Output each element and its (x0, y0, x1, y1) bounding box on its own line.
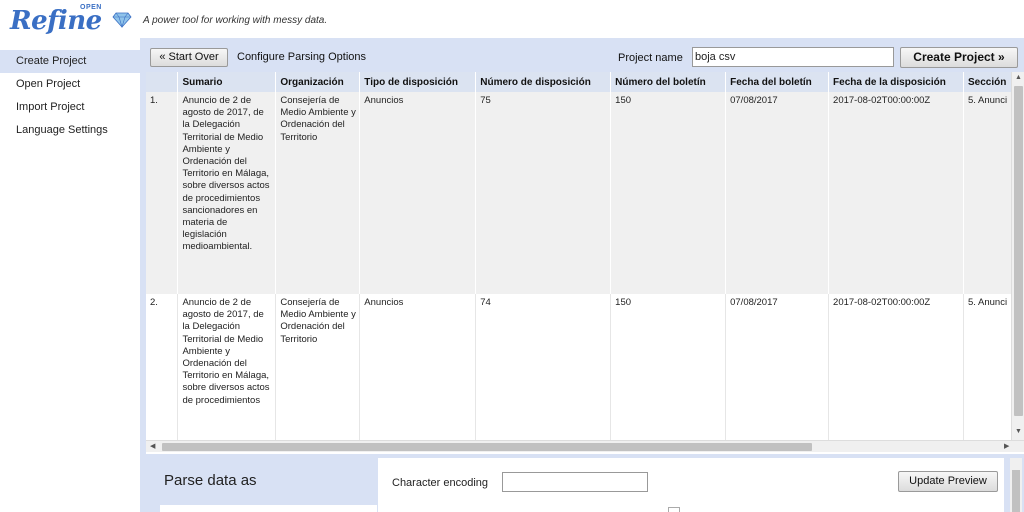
create-project-button[interactable]: Create Project » (900, 47, 1018, 68)
left-nav: Create Project Open Project Import Proje… (0, 50, 140, 142)
format-list[interactable] (160, 505, 377, 512)
table-row: 2. Anuncio de 2 de agosto de 2017, de la… (146, 294, 1024, 440)
tagline: A power tool for working with messy data… (143, 15, 328, 26)
scroll-down-icon[interactable]: ▼ (1015, 428, 1022, 436)
start-over-button[interactable]: « Start Over (150, 48, 228, 67)
nav-item-import-project[interactable]: Import Project (0, 96, 140, 119)
column-header-numero-boletin: Número del boletín (610, 72, 727, 92)
character-encoding-input[interactable] (502, 472, 648, 492)
cell-organizacion: Consejería de Medio Ambiente y Ordenació… (275, 92, 361, 294)
scroll-right-icon[interactable]: ▶ (1004, 443, 1009, 451)
cell-organizacion: Consejería de Medio Ambiente y Ordenació… (275, 294, 361, 440)
cell-numero-boletin: 150 (610, 92, 727, 294)
column-header-sumario: Sumario (177, 72, 277, 92)
cell-sumario: Anuncio de 2 de agosto de 2017, de la De… (177, 92, 277, 294)
column-header-fecha-disposicion: Fecha de la disposición (828, 72, 964, 92)
cell-numero-disposicion: 74 (475, 294, 612, 440)
scroll-left-icon[interactable]: ◀ (150, 443, 155, 451)
horizontal-scrollbar[interactable]: ◀ ▶ (146, 440, 1024, 452)
cell-fecha-boletin: 07/08/2017 (725, 294, 830, 440)
column-header-tipo: Tipo de disposición (359, 72, 477, 92)
main-panel: « Start Over Configure Parsing Options P… (140, 38, 1024, 512)
cell-tipo: Anuncios (359, 92, 477, 294)
column-header-fecha-boletin: Fecha del boletín (725, 72, 830, 92)
cell-fecha-boletin: 07/08/2017 (725, 92, 830, 294)
vertical-scroll-thumb[interactable] (1014, 86, 1023, 416)
project-name-label: Project name (618, 52, 683, 64)
cell-fecha-disposicion: 2017-08-02T00:00:00Z (828, 92, 964, 294)
cell-sumario: Anuncio de 2 de agosto de 2017, de la De… (177, 294, 277, 440)
parsing-toolbar: « Start Over Configure Parsing Options P… (140, 46, 1024, 68)
nav-item-language-settings[interactable]: Language Settings (0, 119, 140, 142)
configure-parsing-title: Configure Parsing Options (237, 51, 367, 63)
nav-item-create-project[interactable]: Create Project (0, 50, 140, 73)
cell-fecha-disposicion: 2017-08-02T00:00:00Z (828, 294, 964, 440)
options-scroll-thumb[interactable] (1012, 470, 1020, 512)
preview-table: Sumario Organización Tipo de disposición… (146, 72, 1024, 440)
openrefine-logo[interactable]: Refine OPEN (10, 4, 132, 36)
logo-superscript: OPEN (80, 4, 102, 11)
project-name-input[interactable]: boja csv (692, 47, 894, 67)
cell-tipo: Anuncios (359, 294, 477, 440)
parse-format-panel: Parse data as (152, 458, 377, 512)
diamond-icon (112, 12, 132, 28)
vertical-scrollbar[interactable]: ▲ ▼ (1011, 72, 1024, 440)
data-preview: Sumario Organización Tipo de disposición… (146, 72, 1024, 454)
app-header: Refine OPEN A power tool for working wit… (0, 0, 1024, 38)
options-checkbox[interactable] (668, 507, 680, 512)
cell-numero-boletin: 150 (610, 294, 727, 440)
cell-index: 1. (146, 92, 179, 294)
nav-item-open-project[interactable]: Open Project (0, 73, 140, 96)
parse-options-panel: Character encoding Update Preview (378, 458, 1004, 512)
horizontal-scroll-thumb[interactable] (162, 443, 812, 451)
column-header-organizacion: Organización (275, 72, 361, 92)
cell-index: 2. (146, 294, 179, 440)
character-encoding-label: Character encoding (392, 477, 489, 489)
scroll-up-icon[interactable]: ▲ (1015, 74, 1022, 82)
table-row: 1. Anuncio de 2 de agosto de 2017, de la… (146, 92, 1024, 294)
column-header-index (146, 72, 179, 92)
column-header-numero-disposicion: Número de disposición (475, 72, 612, 92)
table-header-row: Sumario Organización Tipo de disposición… (146, 72, 1024, 92)
options-scrollbar[interactable] (1010, 458, 1022, 512)
update-preview-button[interactable]: Update Preview (898, 471, 998, 492)
parse-data-as-title: Parse data as (164, 472, 257, 489)
cell-numero-disposicion: 75 (475, 92, 612, 294)
